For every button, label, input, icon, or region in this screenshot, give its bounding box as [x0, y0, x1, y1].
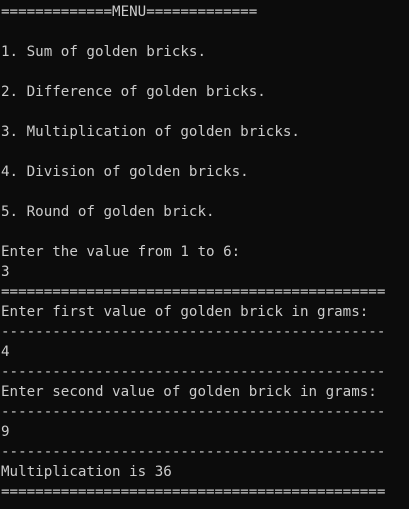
menu-item-difference: 2. Difference of golden bricks. — [1, 84, 266, 100]
first-value-input: 4 — [1, 344, 10, 360]
choice-prompt: Enter the value from 1 to 6: — [1, 244, 241, 260]
menu-item-division: 4. Division of golden bricks. — [1, 164, 249, 180]
double-rule-2: ========================================… — [1, 484, 386, 500]
result-text: Multiplication is 36 — [1, 464, 172, 480]
double-rule-1: ========================================… — [1, 284, 386, 300]
second-value-prompt: Enter second value of golden brick in gr… — [1, 384, 377, 400]
choice-value: 3 — [1, 264, 10, 280]
menu-header: =============MENU============= — [1, 4, 258, 20]
single-rule-4: ----------------------------------------… — [1, 444, 386, 460]
single-rule-2: ----------------------------------------… — [1, 364, 386, 380]
single-rule-1: ----------------------------------------… — [1, 324, 386, 340]
menu-item-round: 5. Round of golden brick. — [1, 204, 215, 220]
console-window[interactable]: =============MENU============= 1. Sum of… — [0, 0, 409, 509]
second-value-input: 9 — [1, 424, 10, 440]
first-value-prompt: Enter first value of golden brick in gra… — [1, 304, 369, 320]
menu-item-sum: 1. Sum of golden bricks. — [1, 44, 206, 60]
menu-item-multiplication: 3. Multiplication of golden bricks. — [1, 124, 300, 140]
single-rule-3: ----------------------------------------… — [1, 404, 386, 420]
